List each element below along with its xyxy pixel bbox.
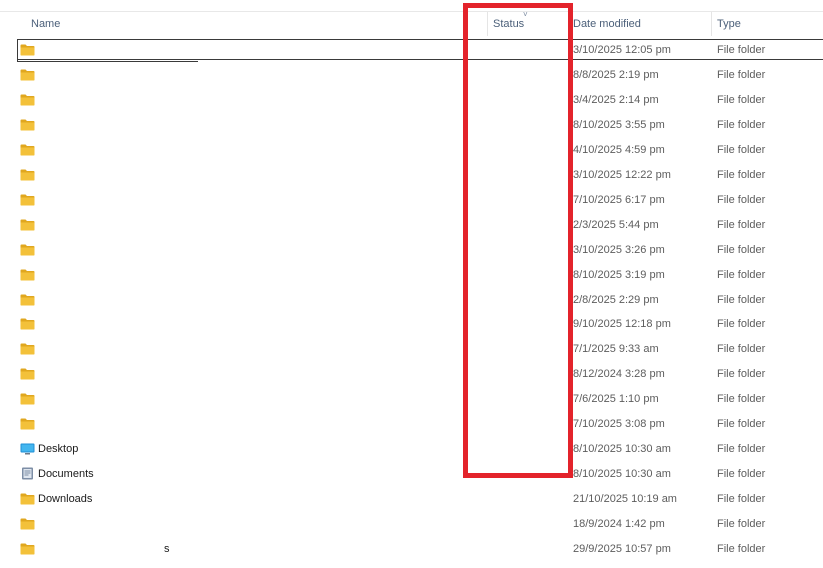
file-row[interactable]: 8/10/2025 3:55 pm File folder bbox=[0, 113, 823, 138]
file-row[interactable]: 3/4/2025 2:14 pm File folder bbox=[0, 88, 823, 113]
file-type: File folder bbox=[717, 143, 766, 156]
file-name: Desktop bbox=[38, 443, 79, 456]
file-row[interactable]: s 29/9/2025 10:57 pm File folder bbox=[0, 537, 823, 562]
file-row[interactable]: 9/10/2025 12:18 pm File folder bbox=[0, 312, 823, 337]
file-date-modified: 18/9/2024 1:42 pm bbox=[573, 518, 665, 531]
file-date-modified: 2/8/2025 2:29 pm bbox=[573, 293, 659, 306]
file-date-modified: 7/10/2025 3:08 pm bbox=[573, 418, 665, 431]
file-row[interactable]: 7/1/2025 9:33 am File folder bbox=[0, 337, 823, 362]
file-row[interactable]: 2/3/2025 5:44 pm File folder bbox=[0, 213, 823, 238]
folder-icon bbox=[20, 518, 35, 530]
file-type: File folder bbox=[717, 243, 766, 256]
file-date-modified: 8/10/2025 10:30 am bbox=[573, 468, 671, 481]
file-date-modified: 2/3/2025 5:44 pm bbox=[573, 218, 659, 231]
file-type: File folder bbox=[717, 443, 766, 456]
file-name: Downloads bbox=[38, 493, 93, 506]
file-date-modified: 7/1/2025 9:33 am bbox=[573, 343, 659, 356]
file-row[interactable]: 3/10/2025 12:05 pm File folder bbox=[0, 38, 823, 63]
file-type: File folder bbox=[717, 343, 766, 356]
file-type: File folder bbox=[717, 93, 766, 106]
file-row[interactable]: 18/9/2024 1:42 pm File folder bbox=[0, 512, 823, 537]
column-divider[interactable] bbox=[568, 12, 569, 36]
file-row[interactable]: 7/6/2025 1:10 pm File folder bbox=[0, 387, 823, 412]
folder-icon bbox=[20, 493, 35, 505]
file-type: File folder bbox=[717, 518, 766, 531]
column-header-type[interactable]: Type bbox=[717, 12, 741, 36]
file-row[interactable]: 3/10/2025 3:26 pm File folder bbox=[0, 238, 823, 263]
documents-icon bbox=[20, 467, 35, 480]
file-date-modified: 8/12/2024 3:28 pm bbox=[573, 368, 665, 381]
file-date-modified: 29/9/2025 10:57 pm bbox=[573, 543, 671, 555]
column-header-row: Name ˅ Status Date modified Type bbox=[0, 10, 823, 36]
file-type: File folder bbox=[717, 193, 766, 206]
file-row[interactable]: Downloads 21/10/2025 10:19 am File folder bbox=[0, 487, 823, 512]
folder-icon bbox=[20, 244, 35, 256]
file-date-modified: 3/10/2025 12:05 pm bbox=[573, 44, 671, 56]
folder-icon bbox=[20, 169, 35, 181]
file-name: s bbox=[164, 543, 170, 555]
file-row[interactable]: 7/10/2025 6:17 pm File folder bbox=[0, 188, 823, 213]
column-divider[interactable] bbox=[487, 12, 488, 36]
file-type: File folder bbox=[717, 168, 766, 181]
column-divider[interactable] bbox=[711, 12, 712, 36]
folder-icon bbox=[20, 294, 35, 306]
folder-icon bbox=[20, 343, 35, 355]
file-date-modified: 7/10/2025 6:17 pm bbox=[573, 193, 665, 206]
file-type: File folder bbox=[717, 543, 766, 555]
desktop-icon bbox=[20, 443, 35, 455]
file-type: File folder bbox=[717, 368, 766, 381]
column-header-status[interactable]: Status bbox=[493, 12, 524, 36]
folder-icon bbox=[20, 269, 35, 281]
folder-icon bbox=[20, 119, 35, 131]
file-type: File folder bbox=[717, 44, 766, 56]
folder-icon bbox=[20, 69, 35, 81]
folder-icon bbox=[20, 318, 35, 330]
file-row[interactable]: 3/10/2025 12:22 pm File folder bbox=[0, 163, 823, 188]
file-date-modified: 3/4/2025 2:14 pm bbox=[573, 93, 659, 106]
file-date-modified: 21/10/2025 10:19 am bbox=[573, 493, 677, 506]
file-row[interactable]: 8/12/2024 3:28 pm File folder bbox=[0, 362, 823, 387]
folder-icon bbox=[20, 219, 35, 231]
file-date-modified: 7/6/2025 1:10 pm bbox=[573, 393, 659, 406]
file-row[interactable]: 8/8/2025 2:19 pm File folder bbox=[0, 63, 823, 88]
file-type: File folder bbox=[717, 118, 766, 131]
folder-icon bbox=[20, 144, 35, 156]
file-type: File folder bbox=[717, 268, 766, 281]
folder-icon bbox=[20, 418, 35, 430]
file-type: File folder bbox=[717, 318, 766, 331]
file-type: File folder bbox=[717, 293, 766, 306]
file-date-modified: 8/8/2025 2:19 pm bbox=[573, 68, 659, 81]
folder-icon bbox=[20, 194, 35, 206]
file-date-modified: 4/10/2025 4:59 pm bbox=[573, 143, 665, 156]
file-type: File folder bbox=[717, 393, 766, 406]
file-row[interactable]: Desktop 8/10/2025 10:30 am File folder bbox=[0, 437, 823, 462]
file-date-modified: 8/10/2025 3:19 pm bbox=[573, 268, 665, 281]
file-date-modified: 3/10/2025 12:22 pm bbox=[573, 168, 671, 181]
column-header-date-modified[interactable]: Date modified bbox=[573, 12, 641, 36]
folder-icon bbox=[20, 368, 35, 380]
file-row[interactable]: 2/8/2025 2:29 pm File folder bbox=[0, 288, 823, 313]
folder-icon bbox=[20, 393, 35, 405]
file-date-modified: 3/10/2025 3:26 pm bbox=[573, 243, 665, 256]
file-date-modified: 8/10/2025 10:30 am bbox=[573, 443, 671, 456]
column-header-name[interactable]: Name bbox=[31, 12, 60, 36]
folder-icon bbox=[20, 94, 35, 106]
file-row[interactable]: 8/10/2025 3:19 pm File folder bbox=[0, 263, 823, 288]
file-type: File folder bbox=[717, 218, 766, 231]
file-date-modified: 8/10/2025 3:55 pm bbox=[573, 118, 665, 131]
folder-icon bbox=[20, 543, 35, 555]
file-type: File folder bbox=[717, 68, 766, 81]
file-type: File folder bbox=[717, 468, 766, 481]
folder-icon bbox=[20, 44, 35, 56]
file-name: Documents bbox=[38, 468, 94, 481]
file-row[interactable]: 7/10/2025 3:08 pm File folder bbox=[0, 412, 823, 437]
file-type: File folder bbox=[717, 418, 766, 431]
file-date-modified: 9/10/2025 12:18 pm bbox=[573, 318, 671, 331]
file-row[interactable]: 4/10/2025 4:59 pm File folder bbox=[0, 138, 823, 163]
file-type: File folder bbox=[717, 493, 766, 506]
selection-focus-rect bbox=[17, 39, 823, 62]
file-row[interactable]: Documents 8/10/2025 10:30 am File folder bbox=[0, 462, 823, 487]
